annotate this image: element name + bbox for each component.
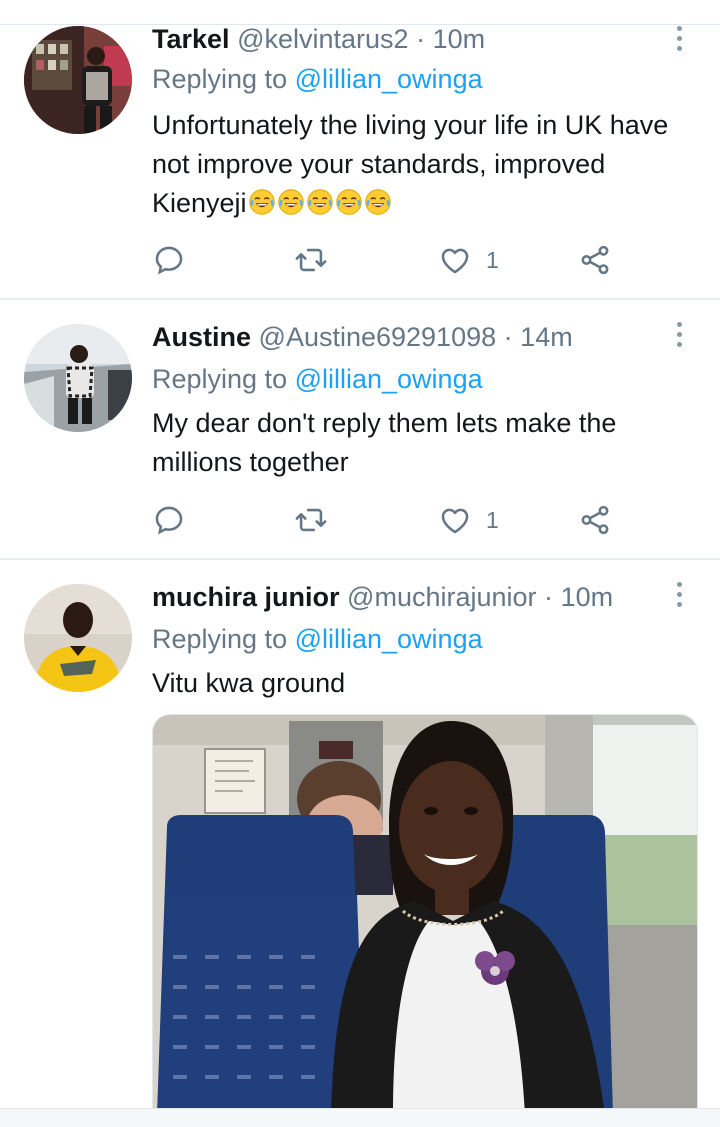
- tweet-actions: 1: [152, 500, 672, 540]
- tweet-header: Austine @Austine69291098 · 14m: [152, 320, 573, 354]
- share-icon: [581, 505, 609, 535]
- replying-prefix: Replying to: [152, 64, 295, 94]
- tweet-text: My dear don't reply them lets make the m…: [152, 408, 617, 477]
- more-vertical-icon[interactable]: [666, 582, 692, 612]
- user-handle[interactable]: @Austine69291098: [259, 322, 497, 352]
- replying-to: Replying to @lillian_owinga: [152, 622, 483, 656]
- tweet-actions: 1: [152, 240, 672, 280]
- separator: ·: [416, 24, 426, 54]
- tweet-text-content: Unfortunately the living your life in UK…: [152, 110, 669, 218]
- timestamp[interactable]: 10m: [433, 24, 486, 54]
- display-name[interactable]: Tarkel: [152, 24, 230, 54]
- replying-handle[interactable]: @lillian_owinga: [295, 364, 483, 394]
- timestamp[interactable]: 10m: [561, 582, 614, 612]
- tears-of-joy-emoji: [364, 189, 391, 215]
- replying-to: Replying to @lillian_owinga: [152, 362, 483, 396]
- display-name[interactable]: Austine: [152, 322, 251, 352]
- replying-handle[interactable]: @lillian_owinga: [295, 624, 483, 654]
- like-count: 1: [486, 506, 499, 533]
- tears-of-joy-emoji: [335, 189, 362, 215]
- share-icon: [581, 245, 609, 275]
- replying-prefix: Replying to: [152, 364, 295, 394]
- share-button[interactable]: [578, 240, 612, 280]
- user-handle[interactable]: @muchirajunior: [347, 582, 536, 612]
- share-button[interactable]: [578, 500, 612, 540]
- tears-of-joy-emoji: [277, 189, 304, 215]
- retweet-icon: [295, 248, 327, 272]
- separator: ·: [544, 582, 554, 612]
- reply-button[interactable]: [152, 240, 186, 280]
- heart-icon: [441, 508, 469, 534]
- tweet-divider: [0, 298, 720, 300]
- separator: ·: [503, 322, 513, 352]
- tweet-header: muchira junior @muchirajunior · 10m: [152, 580, 613, 614]
- avatar[interactable]: [24, 26, 132, 134]
- display-name[interactable]: muchira junior: [152, 582, 340, 612]
- reply-icon: [155, 246, 183, 275]
- replying-to: Replying to @lillian_owinga: [152, 62, 483, 96]
- emoji-group: [247, 188, 392, 218]
- tears-of-joy-emoji: [248, 189, 275, 215]
- retweet-button[interactable]: [294, 500, 328, 540]
- reply-button[interactable]: [152, 500, 186, 540]
- heart-icon: [441, 248, 469, 274]
- avatar[interactable]: [24, 324, 132, 432]
- user-handle[interactable]: @kelvintarus2: [237, 24, 408, 54]
- tweet-header: Tarkel @kelvintarus2 · 10m: [152, 22, 485, 56]
- like-button[interactable]: 1: [438, 500, 499, 540]
- tweet-divider: [0, 558, 720, 560]
- retweet-button[interactable]: [294, 240, 328, 280]
- avatar[interactable]: [24, 584, 132, 692]
- timestamp[interactable]: 14m: [520, 322, 573, 352]
- more-vertical-icon[interactable]: [666, 322, 692, 352]
- tears-of-joy-emoji: [306, 189, 333, 215]
- like-count: 1: [486, 246, 499, 273]
- tweet-media-photo[interactable]: [152, 714, 698, 1116]
- replying-handle[interactable]: @lillian_owinga: [295, 64, 483, 94]
- bottom-divider: [0, 1108, 720, 1127]
- tweet-text: Unfortunately the living your life in UK…: [152, 106, 692, 223]
- tweet-text: Vitu kwa ground: [152, 668, 346, 698]
- like-button[interactable]: 1: [438, 240, 499, 280]
- reply-icon: [155, 506, 183, 535]
- more-vertical-icon[interactable]: [666, 26, 692, 56]
- replying-prefix: Replying to: [152, 624, 295, 654]
- retweet-icon: [295, 508, 327, 532]
